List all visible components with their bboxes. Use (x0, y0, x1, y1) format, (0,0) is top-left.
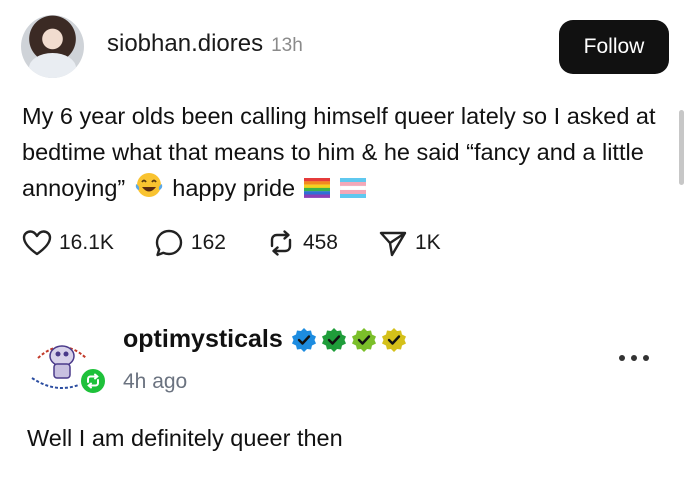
reply-button[interactable]: 162 (154, 228, 226, 258)
post-text: My 6 year olds been calling himself quee… (22, 98, 662, 209)
post-header: siobhan.diores 13h (107, 30, 303, 58)
transgender-flag-icon (340, 172, 367, 208)
follow-button[interactable]: Follow (559, 20, 669, 74)
like-count: 16.1K (59, 231, 114, 254)
scrollbar[interactable] (679, 110, 684, 185)
reblog-icon (87, 373, 99, 389)
post-text-pride: happy pride (172, 175, 296, 201)
post-header: optimysticals (123, 325, 407, 354)
share-count: 1K (414, 231, 441, 254)
more-dot-icon (619, 355, 625, 361)
heart-icon (22, 230, 52, 256)
avatar-shirt (29, 53, 76, 78)
username[interactable]: optimysticals (123, 325, 283, 354)
send-icon (379, 231, 407, 257)
post-actions: 16.1K 162 458 1K (22, 226, 481, 260)
verified-blue-badge-icon (291, 327, 316, 352)
avatar[interactable] (21, 15, 84, 78)
post-text: Well I am definitely queer then (27, 425, 343, 451)
verified-lime-badge-icon (351, 327, 376, 352)
repost-button[interactable]: 458 (266, 228, 338, 258)
more-options-button[interactable] (614, 348, 654, 368)
timestamp: 4h ago (123, 370, 188, 393)
comment-icon (155, 229, 183, 257)
verified-yellow-badge-icon (381, 327, 406, 352)
like-button[interactable]: 16.1K (22, 229, 114, 257)
repost-count: 458 (302, 231, 338, 254)
verified-green-badge-icon (321, 327, 346, 352)
post-text-main: My 6 year olds been calling himself quee… (22, 103, 656, 201)
laughing-tears-emoji-icon (134, 171, 164, 209)
repost-icon (270, 230, 292, 256)
reblog-badge (79, 367, 107, 395)
timestamp: 13h (271, 35, 303, 56)
more-dot-icon (631, 355, 637, 361)
post-siobhan: siobhan.diores 13h Follow My 6 year olds… (0, 0, 690, 290)
username[interactable]: siobhan.diores (107, 30, 263, 58)
reply-count: 162 (190, 231, 226, 254)
share-button[interactable]: 1K (378, 228, 441, 258)
post-optimysticals: optimysticals 4h ago Well I am definitel… (0, 295, 690, 487)
rainbow-flag-icon (303, 172, 330, 208)
more-dot-icon (643, 355, 649, 361)
